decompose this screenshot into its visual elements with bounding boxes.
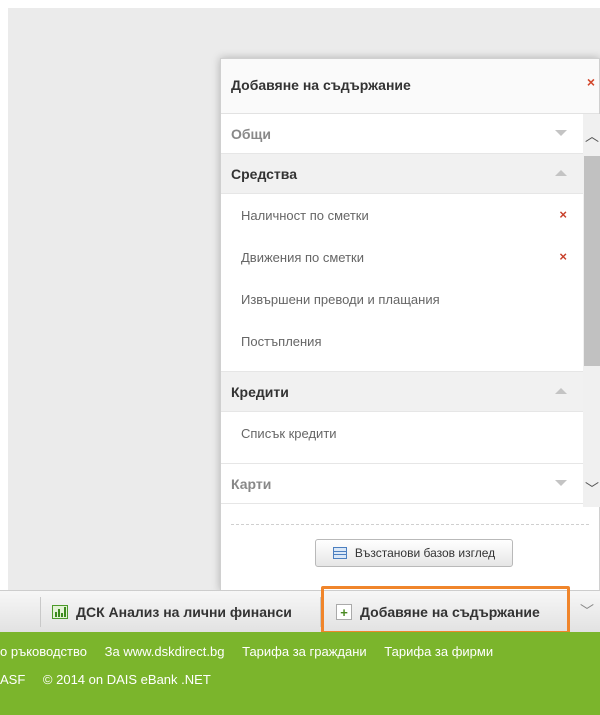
footer-link-tariff-individuals[interactable]: Тарифа за граждани xyxy=(242,644,367,659)
section-funds[interactable]: Средства xyxy=(221,154,583,194)
expand-arrow-icon xyxy=(555,130,567,136)
add-content-highlight xyxy=(321,586,570,634)
reset-layout-button[interactable]: Възстанови базов изглед xyxy=(315,539,513,567)
list-item-transfers[interactable]: Извършени преводи и плащания xyxy=(221,278,583,320)
content-list: Общи Средства Наличност по сметки × Движ… xyxy=(221,114,583,507)
footer-links: о ръководство За www.dskdirect.bg Тарифа… xyxy=(0,644,507,659)
section-label: Средства xyxy=(231,165,298,182)
remove-icon[interactable]: × xyxy=(559,207,567,222)
list-scrollbar[interactable]: ︿ ﹀ xyxy=(583,114,600,507)
section-credits[interactable]: Кредити xyxy=(221,372,583,412)
popup-header: Добавяне на съдържание × xyxy=(221,59,599,114)
footer-link-asf[interactable]: ASF xyxy=(0,672,25,687)
section-general[interactable]: Общи xyxy=(221,114,583,154)
list-item-account-movements[interactable]: Движения по сметки × xyxy=(221,236,583,278)
chart-icon xyxy=(52,605,68,619)
footer-link-about[interactable]: За www.dskdirect.bg xyxy=(105,644,225,659)
finance-analysis-label: ДСК Анализ на лични финанси xyxy=(76,604,292,620)
popup-title: Добавяне на съдържание xyxy=(231,77,411,93)
footer-copyright-row: ASF © 2014 on DAIS eBank .NET xyxy=(0,672,211,687)
footer: о ръководство За www.dskdirect.bg Тарифа… xyxy=(0,632,600,715)
section-separator xyxy=(221,362,583,372)
list-item-label: Извършени преводи и плащания xyxy=(241,291,440,307)
section-label: Карти xyxy=(231,475,272,492)
list-item-label: Постъпления xyxy=(241,333,322,349)
taskbar-separator xyxy=(40,597,41,627)
list-item-credit-list[interactable]: Списък кредити xyxy=(221,412,583,454)
close-icon[interactable]: × xyxy=(587,74,595,90)
scroll-down-icon[interactable]: ﹀ xyxy=(583,479,600,499)
list-item-label: Движения по сметки xyxy=(241,249,365,265)
list-item-receipts[interactable]: Постъпления xyxy=(221,320,583,362)
collapse-arrow-icon xyxy=(555,170,567,176)
dashed-divider xyxy=(231,524,589,525)
add-content-popup: Добавяне на съдържание × Общи Средства Н… xyxy=(220,58,600,591)
footer-link-guide[interactable]: о ръководство xyxy=(0,644,87,659)
section-separator xyxy=(221,454,583,464)
reset-layout-label: Възстанови базов изглед xyxy=(354,546,496,560)
section-cards[interactable]: Карти xyxy=(221,464,583,504)
list-item-label: Списък кредити xyxy=(241,425,337,441)
footer-link-tariff-companies[interactable]: Тарифа за фирми xyxy=(384,644,493,659)
remove-icon[interactable]: × xyxy=(559,249,567,264)
chevron-down-icon[interactable]: ﹀ xyxy=(574,590,600,632)
section-label: Кредити xyxy=(231,383,289,400)
section-label: Общи xyxy=(231,125,271,142)
table-icon xyxy=(332,547,347,559)
copyright-text: © 2014 on DAIS eBank .NET xyxy=(42,672,211,687)
scroll-up-icon[interactable]: ︿ xyxy=(583,126,600,146)
scrollbar-thumb[interactable] xyxy=(584,156,600,366)
finance-analysis-button[interactable]: ДСК Анализ на лични финанси xyxy=(52,591,292,633)
list-item-account-balance[interactable]: Наличност по сметки × xyxy=(221,194,583,236)
expand-arrow-icon xyxy=(555,480,567,486)
list-item-label: Наличност по сметки xyxy=(241,207,369,223)
collapse-arrow-icon xyxy=(555,388,567,394)
